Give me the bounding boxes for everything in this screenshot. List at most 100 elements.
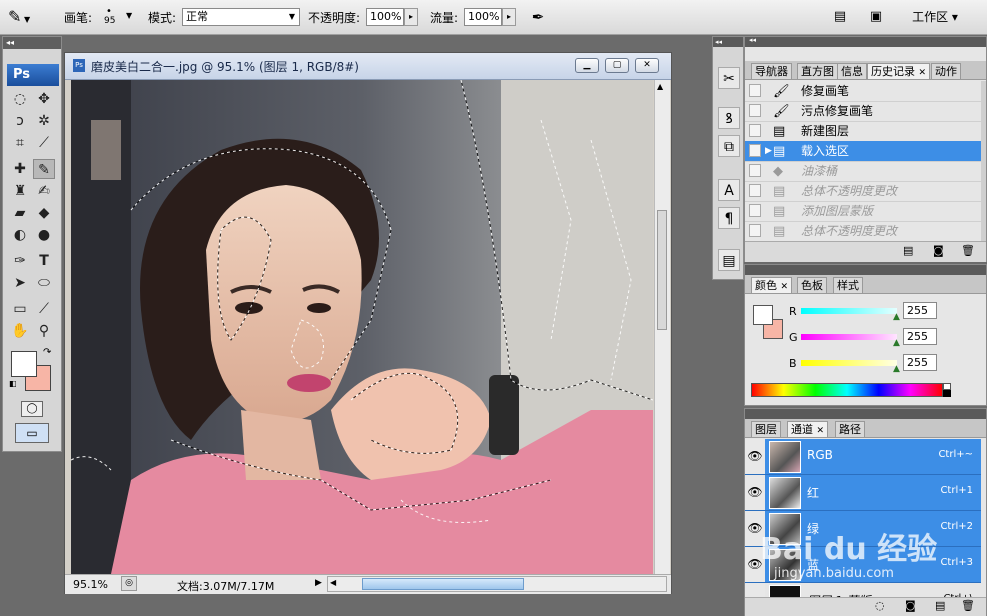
image-canvas[interactable]: [71, 80, 653, 574]
foreground-color-swatch[interactable]: [753, 305, 773, 325]
maximize-button[interactable]: ▢: [605, 58, 629, 73]
marquee-tool-icon[interactable]: ◌: [9, 89, 31, 109]
slider-handle-icon[interactable]: ▲: [893, 364, 900, 374]
tab-history[interactable]: 历史记录 ✕: [867, 63, 931, 79]
white-ramp-swatch[interactable]: [943, 383, 951, 390]
type-tool-icon[interactable]: T: [33, 251, 55, 271]
brush-size-picker[interactable]: • 95 ▼: [100, 6, 136, 28]
eyedropper2-tool-icon[interactable]: ⟋: [33, 299, 55, 319]
new-snapshot-icon[interactable]: ◙: [933, 244, 944, 257]
red-value-input[interactable]: 255: [903, 302, 937, 319]
new-channel-icon[interactable]: ▤: [935, 599, 945, 612]
black-ramp-swatch[interactable]: [943, 390, 951, 397]
eye-icon[interactable]: 👁: [745, 439, 765, 474]
collapse-strip-icon[interactable]: ◂◂: [713, 37, 743, 47]
red-slider[interactable]: [801, 308, 897, 314]
bridge-icon[interactable]: ▣: [864, 6, 888, 28]
shape-tool-icon[interactable]: ⬭: [33, 273, 55, 293]
toolbox-header[interactable]: ◂◂: [3, 37, 61, 49]
crop-tool-icon[interactable]: ⌗: [9, 133, 31, 153]
history-brush-tool-icon[interactable]: ✍: [33, 181, 55, 201]
screen-mode-icon[interactable]: ▭: [15, 423, 49, 443]
scroll-up-arrow-icon[interactable]: ▲: [657, 82, 663, 91]
green-slider[interactable]: [801, 334, 897, 340]
clone-source-panel-icon[interactable]: ⧉: [718, 135, 740, 157]
stamp-tool-icon[interactable]: ♜: [9, 181, 31, 201]
opacity-input[interactable]: 100%: [366, 8, 404, 26]
airbrush-icon[interactable]: ✒: [526, 6, 550, 28]
history-brush-source-checkbox[interactable]: [749, 224, 761, 237]
new-document-from-state-icon[interactable]: ▤: [903, 244, 913, 257]
tools-panel-icon[interactable]: ✂: [718, 67, 740, 89]
channel-row-blue[interactable]: 👁 蓝 Ctrl+3: [745, 547, 981, 583]
blur-tool-icon[interactable]: ◐: [9, 225, 31, 245]
slider-handle-icon[interactable]: ▲: [893, 312, 900, 322]
eyedropper-tool-icon[interactable]: ⟋: [33, 133, 55, 153]
history-brush-source-checkbox[interactable]: [749, 104, 761, 117]
history-item[interactable]: ▤ 添加图层蒙版: [745, 201, 981, 222]
close-tab-icon[interactable]: ✕: [817, 426, 825, 436]
history-brush-source-checkbox[interactable]: [749, 84, 761, 97]
tab-navigator[interactable]: 导航器: [751, 63, 792, 79]
history-brush-source-checkbox[interactable]: [749, 204, 761, 217]
tab-layers[interactable]: 图层: [751, 421, 781, 437]
history-brush-source-checkbox[interactable]: [749, 184, 761, 197]
zoom-options-icon[interactable]: ◎: [121, 576, 137, 591]
zoom-tool-icon[interactable]: ⚲: [33, 321, 55, 341]
flow-slider-button[interactable]: ▸: [502, 8, 516, 26]
default-colors-icon[interactable]: ◧: [9, 379, 17, 388]
magic-wand-tool-icon[interactable]: ✲: [33, 111, 55, 131]
channel-row-red[interactable]: 👁 红 Ctrl+1: [745, 475, 981, 511]
tab-styles[interactable]: 样式: [833, 277, 863, 293]
channel-row-green[interactable]: 👁 绿 Ctrl+2: [745, 511, 981, 547]
swap-colors-icon[interactable]: ↷: [43, 347, 51, 358]
mode-select[interactable]: 正常 ▼: [182, 8, 300, 26]
palette-well-icon[interactable]: ▤: [830, 6, 850, 28]
horizontal-scroll-thumb[interactable]: [362, 578, 524, 590]
tab-color[interactable]: 颜色 ✕: [751, 277, 793, 293]
history-item[interactable]: 🖌 修复画笔: [745, 81, 981, 102]
history-item[interactable]: ▤ 总体不透明度更改: [745, 181, 981, 202]
minimize-button[interactable]: ▁: [575, 58, 599, 73]
save-selection-icon[interactable]: ◙: [905, 599, 916, 612]
pen-tool-icon[interactable]: ✑: [9, 251, 31, 271]
history-brush-source-checkbox[interactable]: [749, 144, 761, 157]
scroll-left-arrow-icon[interactable]: ◀: [330, 578, 336, 587]
eye-icon[interactable]: 👁: [745, 511, 765, 546]
history-scrollbar[interactable]: [981, 81, 986, 241]
close-tab-icon[interactable]: ✕: [781, 282, 789, 292]
history-item[interactable]: ▤ 新建图层: [745, 121, 981, 142]
tab-actions[interactable]: 动作: [931, 63, 961, 79]
tab-histogram[interactable]: 直方图: [797, 63, 838, 79]
flow-input[interactable]: 100%: [464, 8, 502, 26]
dodge-tool-icon[interactable]: ●: [33, 225, 55, 245]
document-titlebar[interactable]: Ps 磨皮美白二合一.jpg @ 95.1% (图层 1, RGB/8#) ▁ …: [65, 53, 671, 80]
tab-swatches[interactable]: 色板: [797, 277, 827, 293]
paint-bucket-tool-icon[interactable]: ◆: [33, 203, 55, 223]
vertical-scrollbar[interactable]: ▲: [654, 80, 670, 574]
slider-handle-icon[interactable]: ▲: [893, 338, 900, 348]
tab-channels[interactable]: 通道 ✕: [787, 421, 829, 437]
character-panel-icon[interactable]: A: [718, 179, 740, 201]
hand-tool-icon[interactable]: ✋: [9, 321, 31, 341]
history-item-selected[interactable]: ▶ ▤ 载入选区: [745, 141, 981, 162]
notes-tool-icon[interactable]: ▭: [9, 299, 31, 319]
history-item[interactable]: 🖌 污点修复画笔: [745, 101, 981, 122]
brush-tool-icon[interactable]: ✎: [33, 159, 55, 179]
green-value-input[interactable]: 255: [903, 328, 937, 345]
vertical-scroll-thumb[interactable]: [657, 210, 667, 330]
healing-brush-tool-icon[interactable]: ✚: [9, 159, 31, 179]
eye-icon[interactable]: 👁: [745, 547, 765, 582]
eye-icon[interactable]: 👁: [745, 475, 765, 510]
blue-value-input[interactable]: 255: [903, 354, 937, 371]
horizontal-scrollbar[interactable]: ◀: [327, 576, 667, 592]
lasso-tool-icon[interactable]: ↄ: [9, 111, 31, 131]
blue-slider[interactable]: [801, 360, 897, 366]
history-brush-source-checkbox[interactable]: [749, 124, 761, 137]
history-item[interactable]: ◆ 油漆桶: [745, 161, 981, 182]
load-selection-icon[interactable]: ◌: [875, 599, 885, 612]
close-button[interactable]: ✕: [635, 58, 659, 73]
workspace-menu[interactable]: 工作区 ▾: [900, 6, 970, 28]
channel-row-rgb[interactable]: 👁 RGB Ctrl+~: [745, 439, 981, 475]
paragraph-panel-icon[interactable]: ¶: [718, 207, 740, 229]
